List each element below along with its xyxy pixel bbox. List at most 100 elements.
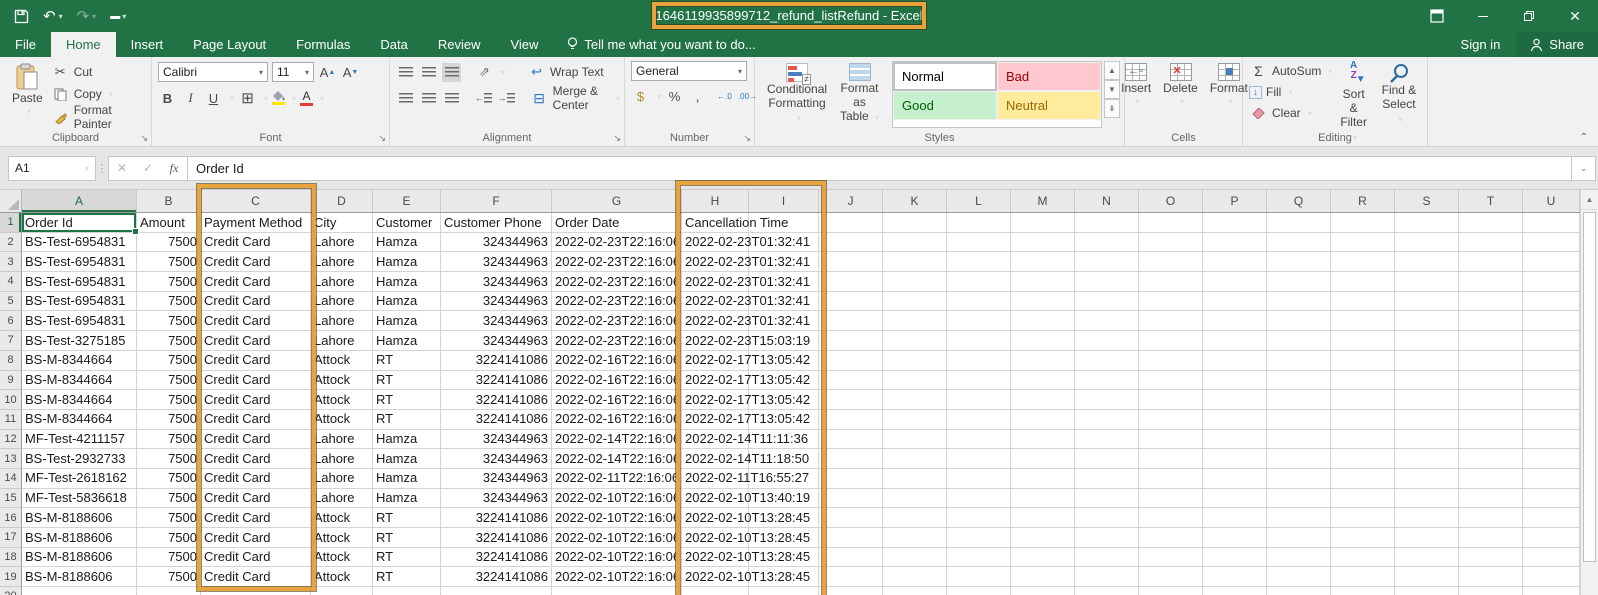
cell-G7[interactable]: 2022-02-23T22:16:06 [552, 331, 682, 351]
cell-D9[interactable]: Attock [311, 371, 373, 391]
cell-P14[interactable] [1203, 469, 1267, 489]
cell-E7[interactable]: Hamza [373, 331, 441, 351]
cell-T3[interactable] [1459, 252, 1523, 272]
row-header-9[interactable]: 9 [0, 371, 22, 391]
cell-N14[interactable] [1075, 469, 1139, 489]
align-middle-icon[interactable] [419, 63, 438, 82]
cell-Q16[interactable] [1267, 508, 1331, 528]
cell-L11[interactable] [947, 410, 1011, 430]
column-header-C[interactable]: C [201, 190, 311, 212]
row-header-7[interactable]: 7 [0, 331, 22, 351]
cell-N11[interactable] [1075, 410, 1139, 430]
cell-M6[interactable] [1011, 311, 1075, 331]
cell-A2[interactable]: BS-Test-6954831 [22, 233, 137, 253]
cell-N7[interactable] [1075, 331, 1139, 351]
cell-R20[interactable] [1331, 587, 1395, 595]
cell-U16[interactable] [1523, 508, 1580, 528]
cell-K7[interactable] [883, 331, 947, 351]
underline-dropdown-icon[interactable]: ▾ [230, 94, 234, 103]
cell-D19[interactable]: Attock [311, 567, 373, 587]
cell-L19[interactable] [947, 567, 1011, 587]
cell-A18[interactable]: BS-M-8188606 [22, 548, 137, 568]
row-header-1[interactable]: 1 [0, 213, 22, 233]
cell-U13[interactable] [1523, 449, 1580, 469]
cell-S3[interactable] [1395, 252, 1459, 272]
cell-K13[interactable] [883, 449, 947, 469]
cell-K4[interactable] [883, 272, 947, 292]
cell-E15[interactable]: Hamza [373, 489, 441, 509]
cell-U3[interactable] [1523, 252, 1580, 272]
cell-G4[interactable]: 2022-02-23T22:16:06 [552, 272, 682, 292]
cell-L16[interactable] [947, 508, 1011, 528]
sort-filter-button[interactable]: AZ ▼ Sort & Filter ▾ [1332, 61, 1375, 128]
cell-S8[interactable] [1395, 351, 1459, 371]
formula-bar-expand-icon[interactable]: ⌄ [1572, 156, 1596, 181]
cell-L6[interactable] [947, 311, 1011, 331]
cell-Q8[interactable] [1267, 351, 1331, 371]
cell-K5[interactable] [883, 292, 947, 312]
cell-T6[interactable] [1459, 311, 1523, 331]
cell-R12[interactable] [1331, 430, 1395, 450]
cell-C20[interactable] [201, 587, 311, 595]
scrollbar-thumb[interactable] [1583, 212, 1596, 562]
row-header-16[interactable]: 16 [0, 508, 22, 528]
cell-N5[interactable] [1075, 292, 1139, 312]
row-header-12[interactable]: 12 [0, 430, 22, 450]
cell-A1[interactable]: Order Id [22, 213, 137, 233]
clear-button[interactable]: Clear▾ [1249, 103, 1332, 123]
cell-P13[interactable] [1203, 449, 1267, 469]
cell-M18[interactable] [1011, 548, 1075, 568]
cell-A10[interactable]: BS-M-8344664 [22, 390, 137, 410]
cell-N19[interactable] [1075, 567, 1139, 587]
cell-H6[interactable]: 2022-02-23T01:32:41 [682, 311, 749, 331]
cell-A16[interactable]: BS-M-8188606 [22, 508, 137, 528]
cell-E1[interactable]: Customer [373, 213, 441, 233]
cell-D10[interactable]: Attock [311, 390, 373, 410]
cell-K12[interactable] [883, 430, 947, 450]
align-center-icon[interactable] [419, 89, 438, 108]
cell-G1[interactable]: Order Date [552, 213, 682, 233]
row-header-10[interactable]: 10 [0, 390, 22, 410]
cell-H2[interactable]: 2022-02-23T01:32:41 [682, 233, 749, 253]
cell-K15[interactable] [883, 489, 947, 509]
cell-P11[interactable] [1203, 410, 1267, 430]
tab-home[interactable]: Home [51, 32, 116, 57]
cell-A12[interactable]: MF-Test-4211157 [22, 430, 137, 450]
cell-G9[interactable]: 2022-02-16T22:16:06 [552, 371, 682, 391]
cell-R17[interactable] [1331, 528, 1395, 548]
accounting-format-icon[interactable]: $ [631, 87, 650, 106]
cell-C11[interactable]: Credit Card [201, 410, 311, 430]
cell-G15[interactable]: 2022-02-10T22:16:06 [552, 489, 682, 509]
undo-button[interactable]: ↶▾ [43, 7, 63, 25]
cell-B18[interactable]: 7500 [137, 548, 201, 568]
cell-K2[interactable] [883, 233, 947, 253]
cell-S18[interactable] [1395, 548, 1459, 568]
cell-K17[interactable] [883, 528, 947, 548]
cell-A15[interactable]: MF-Test-5836618 [22, 489, 137, 509]
align-left-icon[interactable] [396, 89, 415, 108]
cell-S16[interactable] [1395, 508, 1459, 528]
format-painter-button[interactable]: Format Painter [51, 106, 147, 128]
cell-J6[interactable] [819, 311, 883, 331]
tell-me-box[interactable]: Tell me what you want to do... [567, 32, 755, 57]
select-all-corner[interactable] [0, 190, 22, 212]
cell-E16[interactable]: RT [373, 508, 441, 528]
cell-M13[interactable] [1011, 449, 1075, 469]
cell-K11[interactable] [883, 410, 947, 430]
align-right-icon[interactable] [442, 89, 461, 108]
fill-button[interactable]: ↓Fill▾ [1249, 82, 1332, 102]
cell-E13[interactable]: Hamza [373, 449, 441, 469]
cell-T13[interactable] [1459, 449, 1523, 469]
cell-Q19[interactable] [1267, 567, 1331, 587]
find-select-button[interactable]: Find & Select ▾ [1375, 61, 1423, 128]
row-header-14[interactable]: 14 [0, 469, 22, 489]
cell-B11[interactable]: 7500 [137, 410, 201, 430]
cell-U1[interactable] [1523, 213, 1580, 233]
cell-Q10[interactable] [1267, 390, 1331, 410]
row-header-18[interactable]: 18 [0, 548, 22, 568]
cell-S6[interactable] [1395, 311, 1459, 331]
cell-J5[interactable] [819, 292, 883, 312]
cell-P8[interactable] [1203, 351, 1267, 371]
cell-D18[interactable]: Attock [311, 548, 373, 568]
cell-J1[interactable] [819, 213, 883, 233]
